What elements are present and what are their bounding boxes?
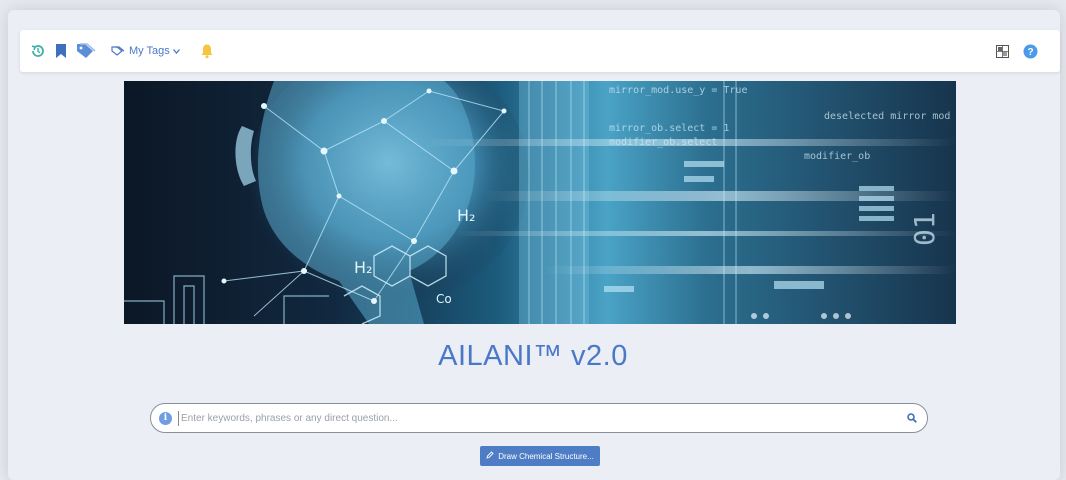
formula-label: Co <box>436 292 452 306</box>
draw-button-label: Draw Chemical Structure... <box>498 451 594 461</box>
help-icon[interactable]: ? <box>1023 44 1038 59</box>
hero-banner-image: mirror_mod.use_y = True mirror_ob.select… <box>124 81 956 324</box>
binary-digits: 01 <box>908 212 941 246</box>
history-icon[interactable] <box>30 43 46 59</box>
brand-title: AILANI™ v2.0 <box>438 340 628 372</box>
formula-label: H₂ <box>354 258 372 277</box>
code-line: deselected mirror mod <box>824 111 950 122</box>
notification-bell-icon[interactable] <box>200 43 214 59</box>
info-icon[interactable]: i <box>159 411 172 425</box>
my-tags-dropdown[interactable]: My Tags <box>111 45 180 57</box>
code-line: modifier_ob <box>804 151 870 162</box>
code-line: modifier_ob.select <box>609 137 717 148</box>
toolbar-left-group: My Tags <box>20 42 223 60</box>
draw-chemical-structure-button[interactable]: Draw Chemical Structure... <box>480 446 600 466</box>
code-line: mirror_ob.select = 1 <box>609 123 729 134</box>
my-tags-label: My Tags <box>129 45 170 57</box>
formula-label: H₂ <box>457 206 475 225</box>
bookmark-icon[interactable] <box>55 43 67 59</box>
layout-toggle-icon[interactable] <box>996 44 1009 58</box>
code-line: mirror_mod.use_y = True <box>609 85 747 96</box>
search-input[interactable] <box>178 410 901 426</box>
edit-icon <box>486 451 494 461</box>
tags-icon[interactable] <box>76 42 96 60</box>
toolbar-right-group: ? <box>982 44 1060 59</box>
my-tags-icon <box>111 46 125 56</box>
search-bar: i <box>150 403 928 433</box>
top-toolbar: My Tags ? <box>20 30 1060 72</box>
search-icon[interactable] <box>907 413 917 423</box>
chevron-down-icon <box>172 48 180 54</box>
ai-face-circuit-illustration: mirror_mod.use_y = True mirror_ob.select… <box>124 81 956 324</box>
help-glyph: ? <box>1027 47 1033 58</box>
